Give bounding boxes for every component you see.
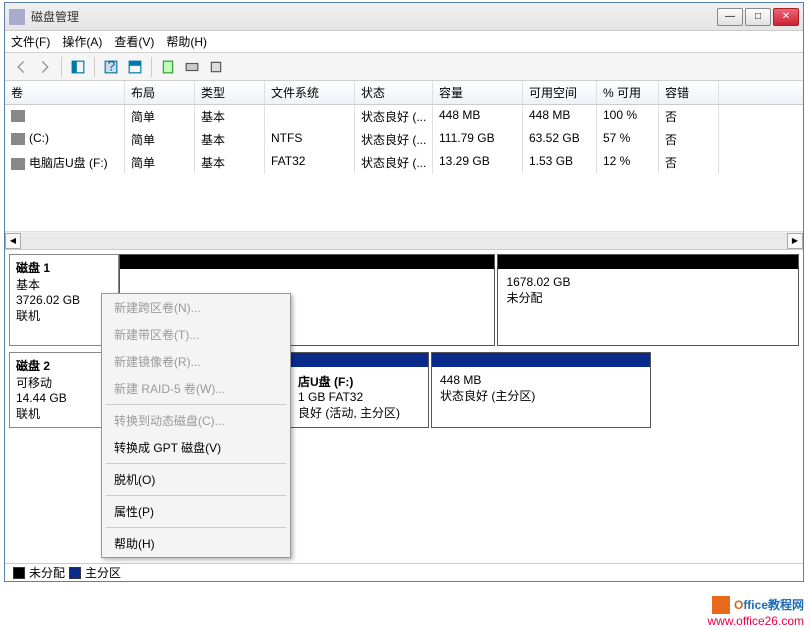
partition-f-drive[interactable]: 店U盘 (F:) 1 GB FAT32 良好 (活动, 主分区)	[289, 352, 429, 428]
menu-new-mirror[interactable]: 新建镜像卷(R)...	[102, 348, 290, 375]
volume-icon	[11, 110, 25, 122]
volume-list: 卷 布局 类型 文件系统 状态 容量 可用空间 % 可用 容错 简单 基本 状态…	[5, 81, 803, 231]
context-menu: 新建跨区卷(N)... 新建带区卷(T)... 新建镜像卷(R)... 新建 R…	[101, 293, 291, 558]
menu-new-raid5[interactable]: 新建 RAID-5 卷(W)...	[102, 375, 290, 402]
disk-size: 14.44 GB	[16, 391, 112, 405]
window-title: 磁盘管理	[31, 8, 717, 25]
disk-status: 联机	[16, 405, 112, 422]
partition-status: 良好 (活动, 主分区)	[298, 404, 420, 421]
legend-swatch-primary	[69, 567, 81, 579]
partition-status: 状态良好 (主分区)	[440, 387, 642, 404]
scroll-left-button[interactable]: ◀	[5, 233, 21, 249]
disk-status: 联机	[16, 307, 112, 324]
menu-new-spanned[interactable]: 新建跨区卷(N)...	[102, 294, 290, 321]
disk-size: 3726.02 GB	[16, 293, 112, 307]
menu-help[interactable]: 帮助(H)	[166, 33, 207, 50]
menu-file[interactable]: 文件(F)	[11, 33, 50, 50]
scroll-right-button[interactable]: ▶	[787, 233, 803, 249]
partition-detail: 1 GB FAT32	[298, 390, 420, 404]
partition-unallocated[interactable]: 1678.02 GB 未分配	[497, 254, 799, 346]
refresh-button[interactable]	[158, 57, 178, 77]
menu-separator	[106, 463, 286, 464]
settings-button[interactable]	[206, 57, 226, 77]
menu-separator	[106, 527, 286, 528]
maximize-button[interactable]: □	[745, 8, 771, 26]
watermark-url: www.office26.com	[708, 614, 805, 628]
menu-separator	[106, 404, 286, 405]
legend-unallocated-label: 未分配	[29, 564, 65, 581]
volume-row[interactable]: (C:) 简单 基本 NTFS 状态良好 (... 111.79 GB 63.5…	[5, 128, 803, 151]
col-capacity[interactable]: 容量	[433, 81, 523, 104]
legend: 未分配 主分区	[5, 563, 803, 581]
partition-header-black	[498, 255, 798, 269]
col-free[interactable]: 可用空间	[523, 81, 597, 104]
partition-header-blue	[432, 353, 650, 367]
menu-offline[interactable]: 脱机(O)	[102, 466, 290, 493]
partition-status: 未分配	[506, 289, 790, 306]
col-status[interactable]: 状态	[355, 81, 433, 104]
col-layout[interactable]: 布局	[125, 81, 195, 104]
menu-properties[interactable]: 属性(P)	[102, 498, 290, 525]
close-button[interactable]: ✕	[773, 8, 799, 26]
legend-primary-label: 主分区	[85, 564, 121, 581]
partition-size: 448 MB	[440, 373, 642, 387]
partition-size: 1678.02 GB	[506, 275, 790, 289]
menu-action[interactable]: 操作(A)	[62, 33, 102, 50]
volume-row[interactable]: 简单 基本 状态良好 (... 448 MB 448 MB 100 % 否	[5, 105, 803, 128]
show-hide-tree-button[interactable]	[68, 57, 88, 77]
disk-management-window: 磁盘管理 ― □ ✕ 文件(F) 操作(A) 查看(V) 帮助(H) ? 卷 布…	[4, 2, 804, 582]
horizontal-scrollbar[interactable]: ◀ ▶	[5, 231, 803, 249]
watermark: Office教程网 www.office26.com	[708, 596, 805, 628]
col-fault[interactable]: 容错	[659, 81, 719, 104]
menu-view[interactable]: 查看(V)	[114, 33, 154, 50]
svg-text:?: ?	[108, 60, 116, 74]
app-icon	[9, 9, 25, 25]
menu-new-striped[interactable]: 新建带区卷(T)...	[102, 321, 290, 348]
partition-title: 店U盘 (F:)	[298, 373, 420, 390]
volume-list-header[interactable]: 卷 布局 类型 文件系统 状态 容量 可用空间 % 可用 容错	[5, 81, 803, 105]
scroll-track[interactable]	[21, 233, 787, 249]
partition-448mb[interactable]: 448 MB 状态良好 (主分区)	[431, 352, 651, 428]
menu-separator	[106, 495, 286, 496]
disk-type: 可移动	[16, 374, 112, 391]
partition-header-blue	[290, 353, 428, 367]
volume-row[interactable]: 电脑店U盘 (F:) 简单 基本 FAT32 状态良好 (... 13.29 G…	[5, 151, 803, 174]
back-button[interactable]	[11, 57, 31, 77]
col-type[interactable]: 类型	[195, 81, 265, 104]
volume-icon	[11, 158, 25, 170]
legend-swatch-unallocated	[13, 567, 25, 579]
toolbar: ?	[5, 53, 803, 81]
logo-icon	[712, 596, 730, 614]
col-volume[interactable]: 卷	[5, 81, 125, 104]
col-pct[interactable]: % 可用	[597, 81, 659, 104]
volume-icon	[11, 133, 25, 145]
minimize-button[interactable]: ―	[717, 8, 743, 26]
disk-title: 磁盘 2	[16, 357, 112, 374]
disk-type: 基本	[16, 276, 112, 293]
rescan-button[interactable]	[182, 57, 202, 77]
forward-button[interactable]	[35, 57, 55, 77]
menu-help[interactable]: 帮助(H)	[102, 530, 290, 557]
menu-convert-gpt[interactable]: 转换成 GPT 磁盘(V)	[102, 434, 290, 461]
disk-title: 磁盘 1	[16, 259, 112, 276]
col-filesystem[interactable]: 文件系统	[265, 81, 355, 104]
partition-header-black	[120, 255, 494, 269]
menubar: 文件(F) 操作(A) 查看(V) 帮助(H)	[5, 31, 803, 53]
titlebar[interactable]: 磁盘管理 ― □ ✕	[5, 3, 803, 31]
menu-convert-dynamic[interactable]: 转换到动态磁盘(C)...	[102, 407, 290, 434]
help-button[interactable]: ?	[101, 57, 121, 77]
view-top-button[interactable]	[125, 57, 145, 77]
